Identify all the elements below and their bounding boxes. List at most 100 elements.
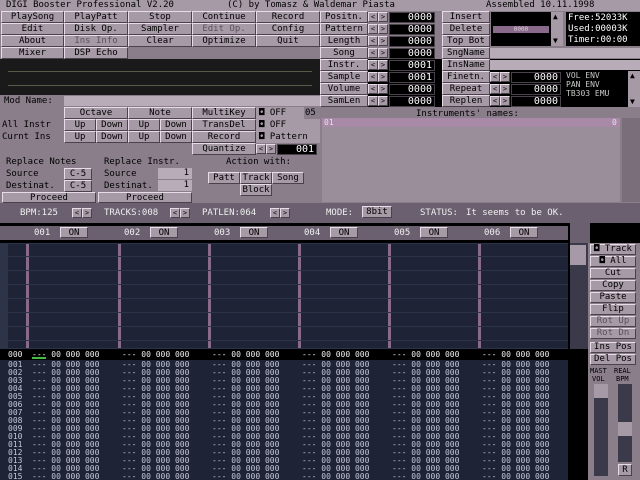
transdel-toggle[interactable]: ◘ OFF [256,119,320,131]
side-track-button[interactable]: ◘ Track [590,244,636,255]
song-name-field[interactable] [490,48,640,58]
side-rotdn-button[interactable]: Rot Dn [590,328,636,339]
delete-button[interactable]: Delete [442,23,490,35]
param-down-arrow[interactable]: < [368,72,378,82]
cursor-cell[interactable]: --- 00 000 000 [482,350,549,359]
param-down-arrow[interactable]: < [368,24,378,34]
multikey-toggle[interactable]: ◘ OFF [256,107,304,119]
param-up-arrow[interactable]: > [378,48,388,58]
env-item[interactable]: TB303 EMU [566,90,609,98]
scroll-down-icon[interactable]: ▼ [553,36,558,45]
clear-button[interactable]: Clear [128,35,192,47]
ins-source-field[interactable]: 1 [158,168,192,179]
mode-button[interactable]: 8bit [362,206,392,218]
record-button[interactable]: Record [256,11,320,23]
position-scrollbar[interactable]: ▲ ▼ [551,12,563,46]
action-song-button[interactable]: Song [272,172,304,184]
repeat-down-arrow[interactable]: < [490,84,500,94]
octave-up-cur[interactable]: Up [64,131,96,143]
record-toggle[interactable]: ◘ Pattern [256,131,320,143]
track-toggle[interactable]: ON [240,227,268,238]
octave-down-cur[interactable]: Down [96,131,128,143]
repeat-up-arrow[interactable]: > [500,84,510,94]
patlen-down-arrow[interactable]: < [270,208,280,218]
param-down-arrow[interactable]: < [368,12,378,22]
replace-instr-proceed[interactable]: Proceed [98,192,192,203]
side-rotup-button[interactable]: Rot Up [590,316,636,327]
param-down-arrow[interactable]: < [368,84,378,94]
note-up-all[interactable]: Up [128,119,160,131]
instrument-row-selected[interactable]: 01 0 [322,118,620,127]
track-toggle[interactable]: ON [420,227,448,238]
note-up-cur[interactable]: Up [128,131,160,143]
action-block-button[interactable]: Block [240,184,272,196]
about-button[interactable]: About [1,35,64,47]
param-up-arrow[interactable]: > [378,84,388,94]
track-toggle[interactable]: ON [150,227,178,238]
ins-info-button[interactable]: Ins Info [64,35,128,47]
instruments-list[interactable]: 01 0 [322,118,620,202]
cursor-cell[interactable]: --- 00 000 000 [122,350,189,359]
scroll-up-icon[interactable]: ▲ [630,71,635,80]
insert-button[interactable]: Insert [442,11,490,23]
sampler-button[interactable]: Sampler [128,23,192,35]
side-paste-button[interactable]: Paste [590,292,636,303]
cursor-cell[interactable]: --- 00 000 000 [302,350,369,359]
quantize-up-arrow[interactable]: > [266,144,276,154]
replen-up-arrow[interactable]: > [500,96,510,106]
side-all-button[interactable]: ◘ All [590,256,636,267]
param-up-arrow[interactable]: > [378,60,388,70]
note-down-cur[interactable]: Down [160,131,192,143]
dsp-echo-button[interactable]: DSP Echo [64,47,128,59]
scroll-down-icon[interactable]: ▼ [630,97,635,106]
replen-down-arrow[interactable]: < [490,96,500,106]
scroll-up-icon[interactable]: ▲ [553,12,558,21]
param-up-arrow[interactable]: > [378,36,388,46]
bpm-down-arrow[interactable]: < [72,208,82,218]
env-item[interactable]: VOL ENV [566,72,600,80]
note-down-all[interactable]: Down [160,119,192,131]
param-down-arrow[interactable]: < [368,60,378,70]
track-toggle[interactable]: ON [60,227,88,238]
pattern-cell[interactable]: --- 00 000 000 [302,473,369,480]
env-item[interactable]: PAN ENV [566,81,600,89]
param-up-arrow[interactable]: > [378,96,388,106]
edit-button[interactable]: Edit [1,23,64,35]
top-bot-button[interactable]: Top Bot [442,35,490,47]
position-list[interactable]: 0000 [491,12,551,46]
stop-button[interactable]: Stop [128,11,192,23]
playpatt-button[interactable]: PlayPatt [64,11,128,23]
pattern-cell[interactable]: --- 00 000 000 [212,473,279,480]
master-volume-slider[interactable] [594,384,608,476]
param-up-arrow[interactable]: > [378,24,388,34]
quantize-down-arrow[interactable]: < [256,144,266,154]
scope-scroll-thumb[interactable] [570,245,586,265]
side-inspos-button[interactable]: Ins Pos [590,342,636,353]
multikey-button[interactable]: MultiKey [192,107,256,119]
tracks-down-arrow[interactable]: < [170,208,180,218]
finetn-down-arrow[interactable]: < [490,72,500,82]
cursor-cell[interactable]: --- 00 000 000 [392,350,459,359]
param-down-arrow[interactable]: < [368,96,378,106]
octave-up-all[interactable]: Up [64,119,96,131]
continue-button[interactable]: Continue [192,11,256,23]
real-bpm-slider[interactable] [618,384,632,462]
disk-op-button[interactable]: Disk Op. [64,23,128,35]
action-track-button[interactable]: Track [240,172,272,184]
track-toggle[interactable]: ON [510,227,538,238]
bpm-up-arrow[interactable]: > [82,208,92,218]
transdel-button[interactable]: TransDel [192,119,256,131]
playsong-button[interactable]: PlaySong [1,11,64,23]
edit-op-button[interactable]: Edit Op. [192,23,256,35]
slider-thumb[interactable] [594,384,608,398]
pattern-cell[interactable]: --- 00 000 000 [32,473,99,480]
track-scroll-right[interactable] [570,223,590,243]
scope-scrollbar[interactable] [570,243,588,349]
note-dest-value[interactable]: C-5 [64,180,92,192]
replace-notes-proceed[interactable]: Proceed [2,192,96,203]
quit-button[interactable]: Quit [256,35,320,47]
finetn-up-arrow[interactable]: > [500,72,510,82]
param-down-arrow[interactable]: < [368,48,378,58]
mod-name-field[interactable] [64,96,320,106]
pattern-cell[interactable]: --- 00 000 000 [122,473,189,480]
